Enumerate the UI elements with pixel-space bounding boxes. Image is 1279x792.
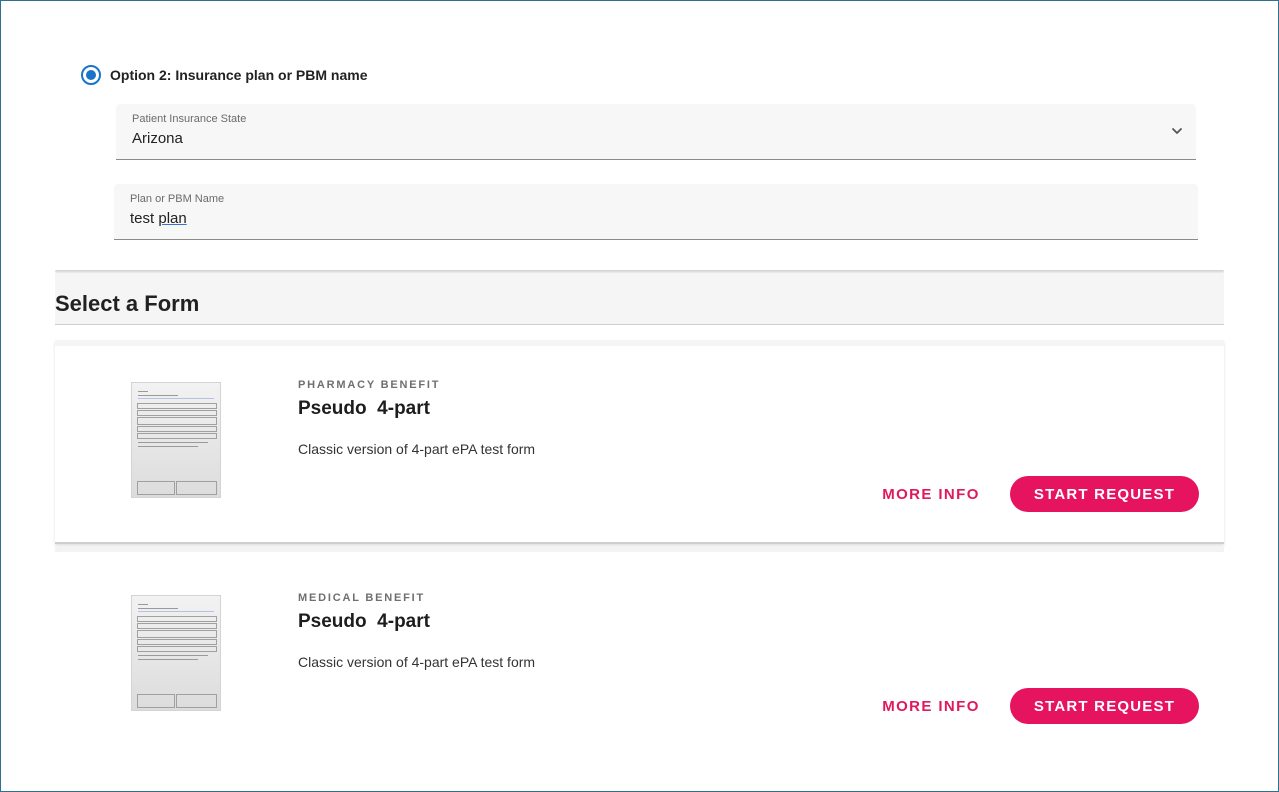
option-2-radio[interactable] xyxy=(81,65,101,85)
form-card-medical: MEDICAL BENEFIT Pseudo 4-part Classic ve… xyxy=(55,552,1224,752)
benefit-label: MEDICAL BENEFIT xyxy=(298,592,426,604)
form-name: Pseudo 4-part xyxy=(298,398,430,419)
state-field-value: Arizona xyxy=(132,130,183,147)
form-description: Classic version of 4-part ePA test form xyxy=(298,654,536,670)
form-name: Pseudo 4-part xyxy=(298,611,430,632)
card-top-strip xyxy=(55,340,1224,346)
plan-field-value: test plan xyxy=(130,210,187,227)
chevron-down-icon[interactable] xyxy=(1170,124,1184,138)
form-thumbnail[interactable] xyxy=(131,382,221,498)
start-request-button[interactable]: START REQUEST xyxy=(1010,476,1199,512)
plan-value-part2: plan xyxy=(158,210,187,227)
more-info-button[interactable]: MORE INFO xyxy=(873,476,989,512)
benefit-label: PHARMACY BENEFIT xyxy=(298,379,441,391)
form-thumbnail[interactable] xyxy=(131,595,221,711)
plan-field-label: Plan or PBM Name xyxy=(130,193,225,205)
patient-insurance-state-select[interactable]: Patient Insurance State Arizona xyxy=(116,104,1196,160)
plan-value-part1: test xyxy=(130,210,159,227)
state-field-label: Patient Insurance State xyxy=(132,113,247,125)
more-info-button[interactable]: MORE INFO xyxy=(873,688,989,724)
radio-selected-dot xyxy=(86,70,96,80)
form-card-pharmacy: PHARMACY BENEFIT Pseudo 4-part Classic v… xyxy=(55,340,1224,544)
section-title: Select a Form xyxy=(55,291,200,316)
option-2-label: Option 2: Insurance plan or PBM name xyxy=(110,67,368,83)
form-description: Classic version of 4-part ePA test form xyxy=(298,441,536,457)
select-form-header: Select a Form xyxy=(55,273,1224,325)
option-2-row[interactable]: Option 2: Insurance plan or PBM name xyxy=(81,64,367,86)
plan-or-pbm-name-input[interactable]: Plan or PBM Name test plan xyxy=(114,184,1198,240)
start-request-button[interactable]: START REQUEST xyxy=(1010,688,1199,724)
